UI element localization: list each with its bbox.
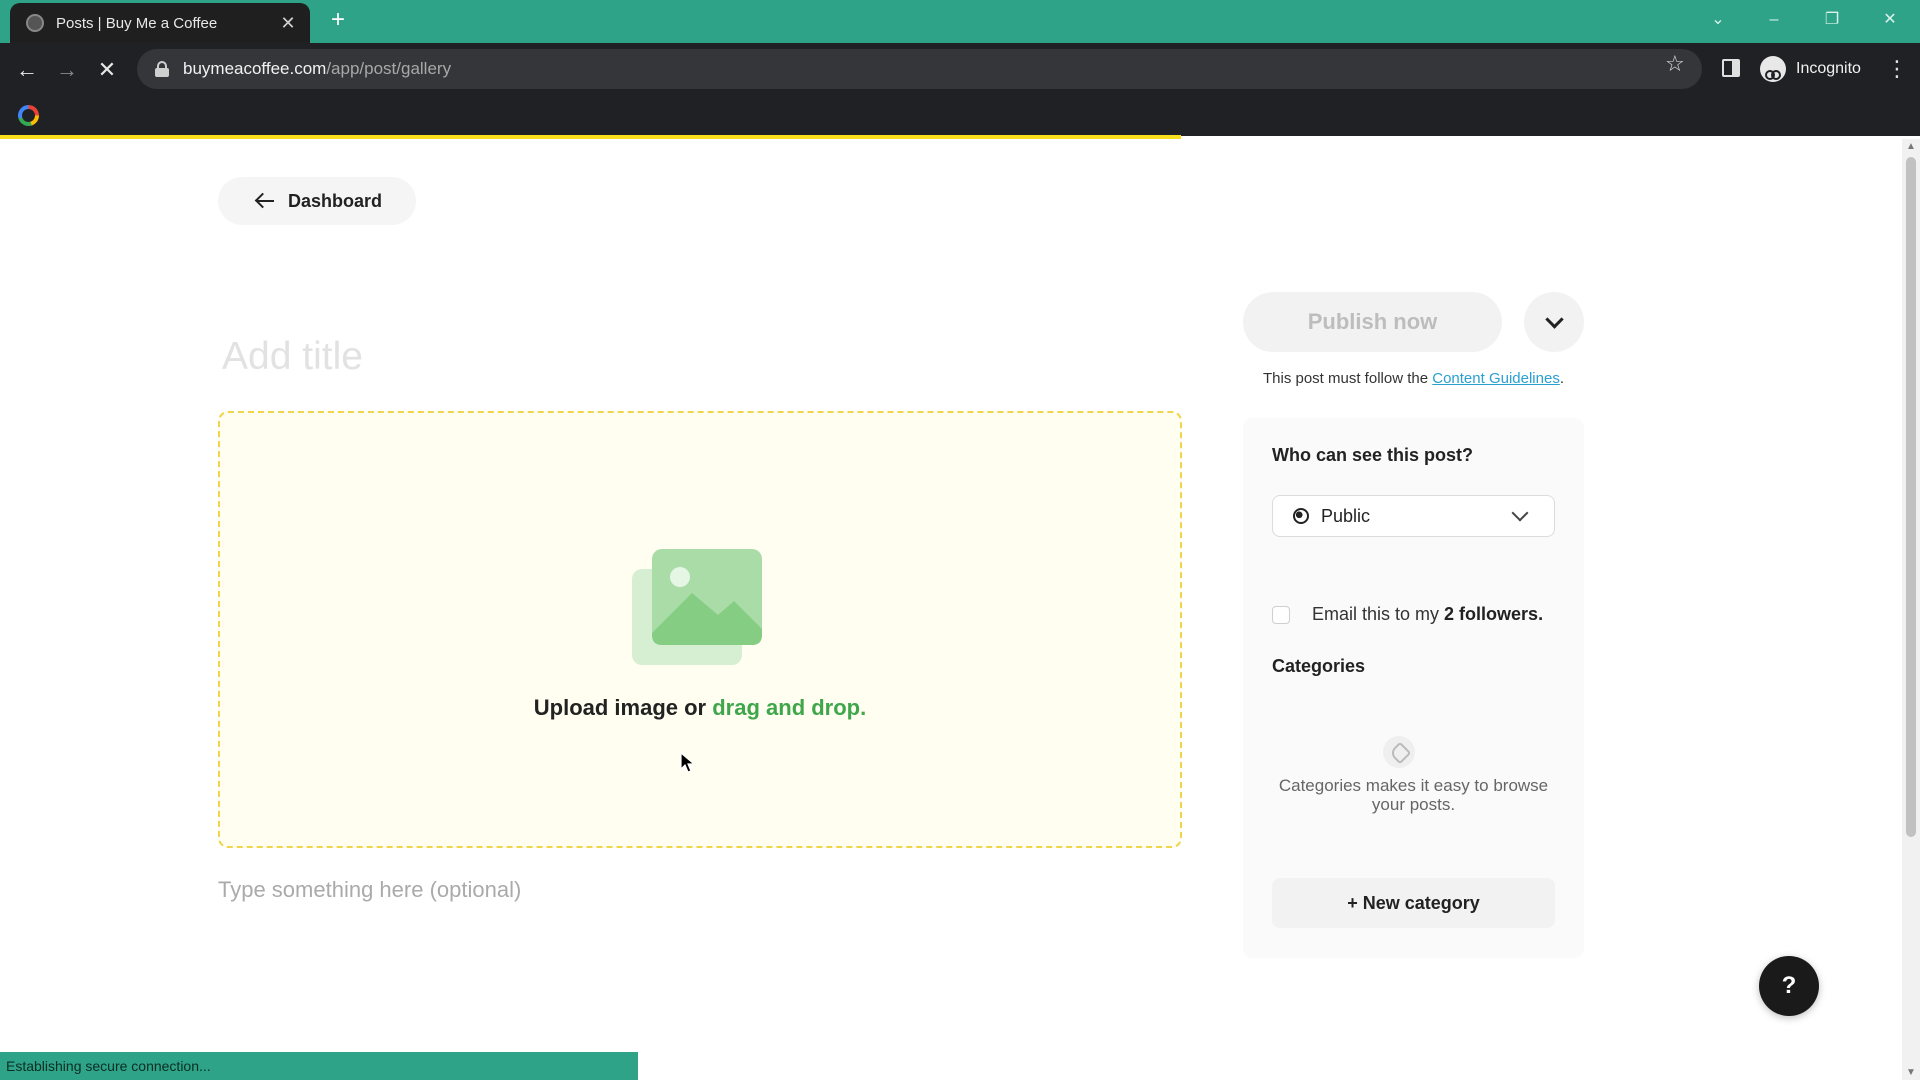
new-category-button[interactable]: + New category <box>1272 878 1555 928</box>
upload-instructions: Upload image or drag and drop. <box>220 695 1180 721</box>
incognito-profile-button[interactable]: Incognito <box>1756 52 1873 86</box>
visibility-heading: Who can see this post? <box>1272 445 1474 465</box>
new-tab-plus-icon[interactable]: + <box>324 6 352 34</box>
browser-tab-active[interactable]: Posts | Buy Me a Coffee ✕ <box>10 3 310 43</box>
upload-prefix-text: Upload image or <box>533 695 707 720</box>
dashboard-back-button[interactable]: Dashboard <box>218 177 416 225</box>
tag-icon <box>1383 736 1415 768</box>
scroll-down-arrow-icon[interactable]: ▼ <box>1902 1067 1920 1078</box>
tab-title: Posts | Buy Me a Coffee <box>56 14 218 32</box>
globe-icon <box>1293 508 1309 524</box>
image-placeholder-icon <box>632 549 762 665</box>
visibility-select[interactable]: Public <box>1272 495 1555 537</box>
publish-now-button[interactable]: Publish now <box>1243 292 1502 352</box>
browser-toolbar: ← → ✕ buymeacoffee.com/app/post/gallery … <box>0 43 1920 96</box>
help-button[interactable]: ? <box>1759 956 1819 1016</box>
bookmark-star-icon[interactable]: ☆ <box>1665 51 1685 77</box>
arrow-left-icon <box>254 192 276 210</box>
image-upload-dropzone[interactable]: Upload image or drag and drop. <box>218 411 1182 848</box>
back-arrow-icon[interactable]: ← <box>10 53 44 87</box>
browser-menu-icon[interactable]: ⋮ <box>1886 53 1908 85</box>
post-title-input[interactable] <box>222 327 1172 387</box>
email-followers-label: Email this to my 2 followers. <box>1312 604 1543 625</box>
forward-arrow-icon[interactable]: → <box>50 53 84 87</box>
content-guidelines-link[interactable]: Content Guidelines <box>1432 370 1560 387</box>
maximize-window-icon[interactable]: ❐ <box>1812 6 1852 34</box>
url-host: buymeacoffee.com <box>183 59 327 78</box>
address-bar[interactable]: buymeacoffee.com/app/post/gallery <box>137 49 1702 89</box>
visibility-value: Public <box>1321 505 1371 526</box>
side-panel-icon[interactable] <box>1722 59 1740 77</box>
categories-hint: Categories makes it easy to browse your … <box>1278 776 1549 814</box>
stop-loading-icon[interactable]: ✕ <box>90 53 124 87</box>
lock-icon <box>155 61 169 77</box>
email-followers-option: Email this to my 2 followers. <box>1272 604 1543 625</box>
coffee-favicon-icon <box>26 14 44 32</box>
content-guideline-note: This post must follow the Content Guidel… <box>1243 370 1584 387</box>
follower-count: 2 followers. <box>1444 604 1544 624</box>
page-scrollbar[interactable]: ▲ ▼ <box>1902 139 1920 1080</box>
browser-status-bar: Establishing secure connection... <box>0 1052 638 1080</box>
tab-search-chevron-icon[interactable]: ⌄ <box>1698 6 1738 34</box>
email-prefix: Email this to my <box>1312 604 1440 624</box>
drag-drop-accent-text: drag and drop. <box>712 695 867 720</box>
categories-heading: Categories <box>1272 656 1366 676</box>
dashboard-back-label: Dashboard <box>288 190 383 211</box>
scroll-up-arrow-icon[interactable]: ▲ <box>1902 141 1920 152</box>
mouse-cursor-icon <box>680 752 696 773</box>
post-settings-panel: Who can see this post? Public Email this… <box>1243 418 1584 958</box>
email-followers-checkbox[interactable] <box>1272 605 1290 624</box>
incognito-label: Incognito <box>1796 60 1861 77</box>
scrollbar-thumb[interactable] <box>1906 157 1916 837</box>
close-window-icon[interactable]: ✕ <box>1870 6 1910 34</box>
post-body-input[interactable] <box>218 870 1178 910</box>
guideline-prefix: This post must follow the <box>1262 370 1429 387</box>
post-editor-page: Dashboard Upload image or drag and drop.… <box>0 139 1902 1080</box>
guideline-suffix: . <box>1559 370 1564 387</box>
chevron-down-icon <box>1511 504 1529 522</box>
bookmarks-bar <box>0 96 1920 136</box>
browser-tab-strip: Posts | Buy Me a Coffee ✕ + ⌄ – ❐ ✕ <box>0 0 1920 43</box>
google-bookmark-icon[interactable] <box>18 105 39 126</box>
publish-options-chevron-icon[interactable] <box>1524 292 1584 352</box>
minimize-window-icon[interactable]: – <box>1754 6 1794 34</box>
close-tab-icon[interactable]: ✕ <box>278 13 298 34</box>
incognito-icon <box>1760 56 1786 82</box>
url-path: /app/post/gallery <box>326 59 452 78</box>
